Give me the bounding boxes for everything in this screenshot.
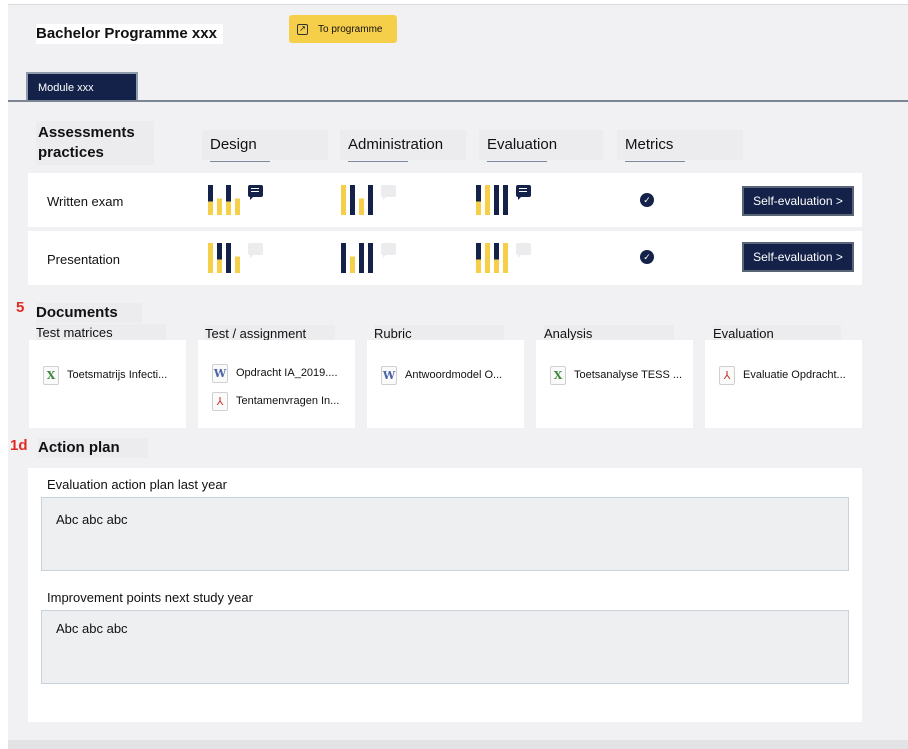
status-bar bbox=[341, 243, 346, 273]
assessment-row-presentation: Presentation ✓ Self-evaluation > bbox=[28, 231, 862, 285]
column-design: Design bbox=[202, 130, 328, 162]
status-bar bbox=[341, 185, 346, 215]
comment-icon[interactable] bbox=[516, 185, 531, 200]
file-name: Evaluatie Opdracht... bbox=[743, 369, 846, 381]
status-bar bbox=[350, 185, 355, 215]
programme-title: Bachelor Programme xxx bbox=[36, 24, 223, 44]
status-bar bbox=[217, 243, 222, 273]
evaluation-indicator bbox=[476, 243, 531, 273]
doc-card-rubric: W Antwoordmodel O... bbox=[367, 340, 524, 428]
status-bar bbox=[476, 185, 481, 215]
status-bar bbox=[208, 185, 213, 215]
file-name: Toetsmatrijs Infecti... bbox=[67, 369, 168, 381]
status-bar bbox=[494, 185, 499, 215]
pdf-file-icon: ⅄ bbox=[719, 365, 735, 385]
check-circle-icon: ✓ bbox=[640, 250, 654, 264]
status-bar bbox=[476, 243, 481, 273]
design-indicator bbox=[208, 185, 263, 215]
file-item[interactable]: X Toetsanalyse TESS ... bbox=[550, 364, 693, 386]
status-bar bbox=[503, 185, 508, 215]
self-evaluation-button[interactable]: Self-evaluation > bbox=[742, 186, 854, 216]
column-administration: Administration bbox=[340, 130, 466, 162]
comment-icon[interactable] bbox=[248, 185, 263, 200]
column-metrics-label: Metrics bbox=[625, 136, 674, 153]
pdf-file-icon: ⅄ bbox=[212, 391, 228, 411]
evaluation-action-plan-textarea[interactable] bbox=[41, 497, 849, 571]
file-item[interactable]: W Opdracht IA_2019.... bbox=[212, 362, 355, 384]
evaluation-indicator bbox=[476, 185, 531, 215]
status-bar bbox=[208, 243, 213, 273]
comment-icon[interactable] bbox=[381, 185, 396, 200]
annotation-5: 5 bbox=[16, 299, 25, 316]
word-file-icon: W bbox=[212, 363, 228, 383]
column-underline bbox=[625, 161, 685, 162]
file-item[interactable]: ⅄ Evaluatie Opdracht... bbox=[719, 364, 862, 386]
administration-indicator bbox=[341, 185, 396, 215]
doc-card-test-assignment: W Opdracht IA_2019.... ⅄ Tentamenvragen … bbox=[198, 340, 355, 428]
status-bar bbox=[503, 243, 508, 273]
status-bar bbox=[485, 185, 490, 215]
file-name: Toetsanalyse TESS ... bbox=[574, 369, 683, 381]
comment-icon[interactable] bbox=[248, 243, 263, 258]
improvement-points-textarea[interactable] bbox=[41, 610, 849, 684]
tab-module[interactable]: Module xxx bbox=[26, 72, 138, 100]
comment-icon[interactable] bbox=[516, 243, 531, 258]
file-name: Opdracht IA_2019.... bbox=[236, 367, 338, 379]
documents-heading: Documents bbox=[36, 303, 142, 323]
to-programme-button[interactable]: ↗ To programme bbox=[289, 15, 397, 43]
status-bar bbox=[485, 243, 490, 273]
status-bar bbox=[359, 243, 364, 273]
doc-card-analysis: X Toetsanalyse TESS ... bbox=[536, 340, 693, 428]
status-bar bbox=[217, 185, 222, 215]
assessment-row-written-exam: Written exam ✓ Self-evaluation > bbox=[28, 173, 862, 227]
doc-card-test-matrices: X Toetsmatrijs Infecti... bbox=[29, 340, 186, 428]
status-bar bbox=[226, 243, 231, 273]
file-item[interactable]: ⅄ Tentamenvragen In... bbox=[212, 390, 355, 412]
column-evaluation: Evaluation bbox=[479, 130, 603, 162]
file-item[interactable]: X Toetsmatrijs Infecti... bbox=[43, 364, 186, 386]
to-programme-label: To programme bbox=[318, 23, 383, 35]
check-circle-icon: ✓ bbox=[640, 193, 654, 207]
external-link-icon: ↗ bbox=[297, 23, 308, 35]
column-underline bbox=[487, 161, 547, 162]
status-bar bbox=[350, 243, 355, 273]
doc-card-evaluation: ⅄ Evaluatie Opdracht... bbox=[705, 340, 862, 428]
administration-indicator bbox=[341, 243, 396, 273]
status-bar bbox=[494, 243, 499, 273]
row-label: Written exam bbox=[47, 194, 124, 209]
file-name: Antwoordmodel O... bbox=[405, 369, 503, 381]
comment-icon[interactable] bbox=[381, 243, 396, 258]
status-bar bbox=[235, 185, 240, 215]
excel-file-icon: X bbox=[550, 365, 566, 385]
status-bar bbox=[235, 243, 240, 273]
status-bar bbox=[359, 185, 364, 215]
column-evaluation-label: Evaluation bbox=[487, 136, 558, 153]
word-file-icon: W bbox=[381, 365, 397, 385]
self-evaluation-button[interactable]: Self-evaluation > bbox=[742, 242, 854, 272]
assessments-heading: Assessments practices bbox=[36, 121, 154, 165]
column-underline bbox=[210, 161, 270, 162]
column-underline bbox=[348, 161, 408, 162]
column-administration-label: Administration bbox=[348, 136, 444, 153]
status-bar bbox=[226, 185, 231, 215]
annotation-1d: 1d bbox=[10, 437, 28, 454]
action-plan-heading: Action plan bbox=[38, 438, 148, 458]
excel-file-icon: X bbox=[43, 365, 59, 385]
design-indicator bbox=[208, 243, 263, 273]
column-metrics: Metrics bbox=[617, 130, 743, 162]
header-divider bbox=[8, 100, 908, 102]
improvement-points-label: Improvement points next study year bbox=[47, 590, 253, 605]
row-label: Presentation bbox=[47, 252, 120, 267]
status-bar bbox=[368, 243, 373, 273]
column-design-label: Design bbox=[210, 136, 257, 153]
bottom-strip bbox=[8, 740, 908, 749]
file-name: Tentamenvragen In... bbox=[236, 395, 340, 407]
evaluation-action-plan-label: Evaluation action plan last year bbox=[47, 477, 227, 492]
status-bar bbox=[368, 185, 373, 215]
file-item[interactable]: W Antwoordmodel O... bbox=[381, 364, 524, 386]
